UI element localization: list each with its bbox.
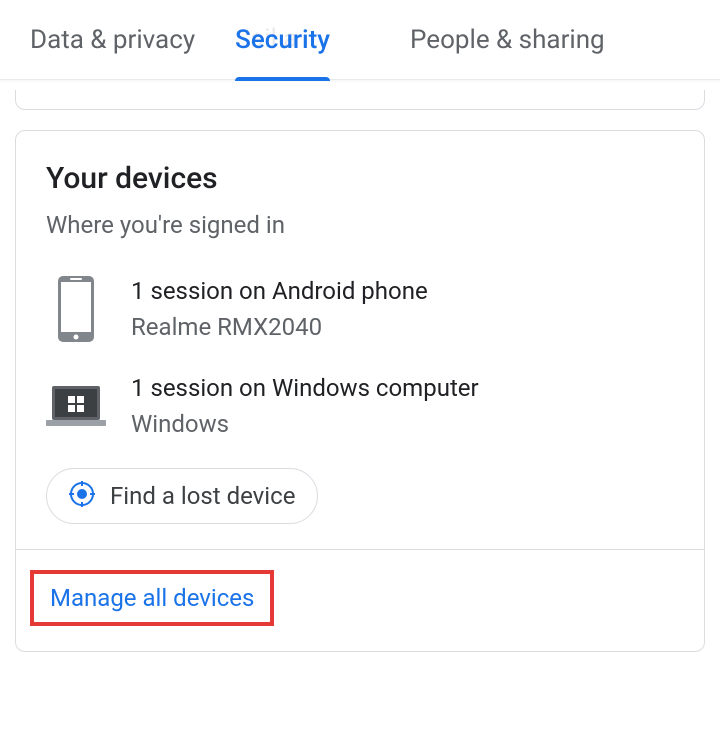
device-row-windows[interactable]: 1 session on Windows computer Windows (46, 374, 674, 438)
content-area: Your devices Where you're signed in 1 se… (0, 80, 720, 662)
tab-security[interactable]: Security (215, 1, 350, 79)
tab-data-privacy[interactable]: Data & privacy (10, 1, 215, 79)
tab-people-sharing[interactable]: People & sharing (390, 1, 625, 79)
tabs-bar: ail a Data & privacy Security People & s… (0, 0, 720, 80)
device-sub: Realme RMX2040 (131, 313, 674, 341)
device-info: 1 session on Windows computer Windows (131, 374, 674, 438)
device-row-android[interactable]: 1 session on Android phone Realme RMX204… (46, 274, 674, 344)
your-devices-card: Your devices Where you're signed in 1 se… (15, 130, 705, 652)
phone-icon (46, 274, 106, 344)
previous-card-edge (15, 90, 705, 110)
laptop-icon (46, 384, 106, 429)
card-title: Your devices (46, 161, 674, 196)
device-title: 1 session on Android phone (131, 277, 674, 305)
device-title: 1 session on Windows computer (131, 374, 674, 402)
device-info: 1 session on Android phone Realme RMX204… (131, 277, 674, 341)
target-icon (69, 481, 95, 511)
card-subtitle: Where you're signed in (46, 211, 674, 239)
card-footer: Manage all devices (16, 549, 704, 651)
find-lost-device-button[interactable]: Find a lost device (46, 468, 318, 524)
card-body: Your devices Where you're signed in 1 se… (16, 131, 704, 549)
manage-all-devices-link[interactable]: Manage all devices (30, 570, 274, 626)
device-sub: Windows (131, 410, 674, 438)
find-lost-device-label: Find a lost device (110, 482, 295, 510)
